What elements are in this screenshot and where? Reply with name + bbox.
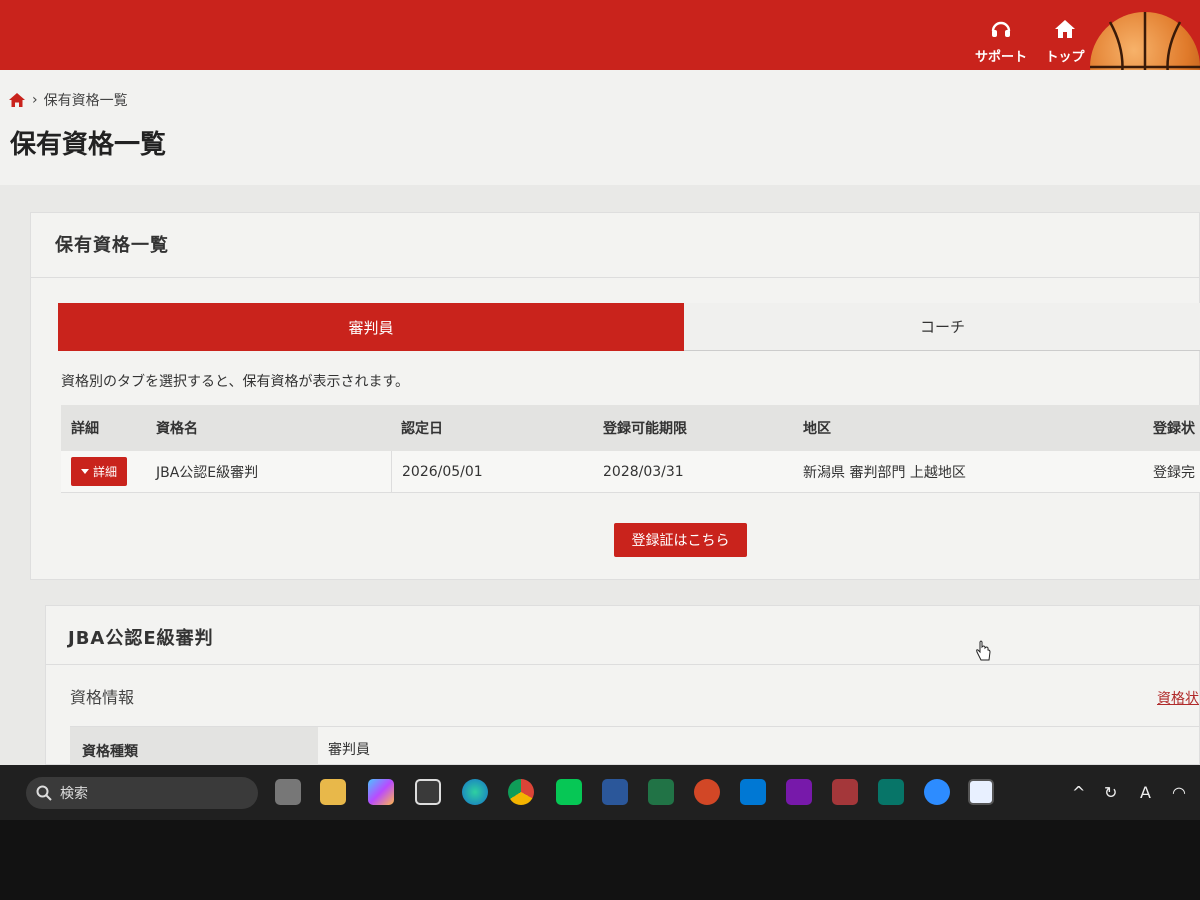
info-value: 審判員 <box>328 742 370 758</box>
detail-button-label: 詳細 <box>93 465 118 479</box>
top-label: トップ <box>1045 50 1085 65</box>
home-icon[interactable] <box>8 92 26 108</box>
zoom-icon[interactable] <box>924 779 950 805</box>
line-icon[interactable] <box>556 779 582 805</box>
qualification-table: 詳細 資格名 認定日 登録可能期限 地区 登録状 詳細 JBA公認E級審判 20… <box>61 405 1200 493</box>
wifi-icon[interactable]: ◠ <box>1172 783 1186 802</box>
registration-status: 登録完 <box>1153 464 1195 481</box>
tab-hint-text: 資格別のタブを選択すると、保有資格が表示されます。 <box>61 374 410 390</box>
info-row: 資格種類 審判員 <box>70 726 1200 765</box>
file-explorer-icon[interactable] <box>320 779 346 805</box>
excel-icon[interactable] <box>648 779 674 805</box>
publisher-icon[interactable] <box>878 779 904 805</box>
monitor-bezel <box>0 820 1200 900</box>
search-placeholder: 検索 <box>60 786 88 802</box>
windows-taskbar: 検索 ^ ↻ A ◠ <box>0 765 1200 820</box>
word-icon[interactable] <box>602 779 628 805</box>
browser-screen: サポート トップ › 保有資格一覧 保有資格一覧 保有資格一覧 審判員 コーチ <box>0 0 1200 765</box>
detail-toggle-button[interactable]: 詳細 <box>71 457 128 486</box>
edge-icon[interactable] <box>462 779 488 805</box>
search-icon <box>36 785 52 801</box>
access-icon[interactable] <box>832 779 858 805</box>
certificate-button[interactable]: 登録証はこちら <box>614 523 747 557</box>
qualification-list-card: 保有資格一覧 審判員 コーチ 資格別のタブを選択すると、保有資格が表示されます。… <box>30 212 1200 580</box>
header-status: 登録状 <box>1153 421 1195 437</box>
icloud-icon[interactable] <box>968 779 994 805</box>
support-nav-item[interactable]: サポート <box>974 18 1028 65</box>
copilot-icon[interactable] <box>368 779 394 805</box>
task-view-icon[interactable] <box>275 779 301 805</box>
top-nav-item[interactable]: トップ <box>1042 18 1088 65</box>
header-district: 地区 <box>803 421 831 437</box>
headset-icon <box>991 21 1011 37</box>
home-icon <box>1055 20 1075 38</box>
top-header-bar: サポート トップ <box>0 0 1200 80</box>
registration-deadline: 2028/03/31 <box>603 463 684 480</box>
qualification-status-link[interactable]: 資格状 <box>1157 688 1199 708</box>
qualification-detail-card: JBA公認E級審判 資格情報 資格状 資格種類 審判員 <box>45 605 1200 765</box>
support-label: サポート <box>974 50 1027 65</box>
chevron-up-icon[interactable]: ^ <box>1072 783 1085 802</box>
breadcrumb-separator: › <box>32 92 38 108</box>
divider <box>31 277 1199 278</box>
breadcrumb-current: 保有資格一覧 <box>43 93 128 109</box>
district: 新潟県 審判部門 上越地区 <box>803 464 966 481</box>
caret-down-icon <box>81 469 89 474</box>
input-method-indicator[interactable]: A <box>1140 783 1151 802</box>
outlook-icon[interactable] <box>740 779 766 805</box>
header-detail: 詳細 <box>71 421 99 437</box>
chrome-icon[interactable] <box>508 779 534 805</box>
tab-coach[interactable]: コーチ <box>684 303 1200 351</box>
card-title: 保有資格一覧 <box>55 235 169 256</box>
powerpoint-icon[interactable] <box>694 779 720 805</box>
header-certified-date: 認定日 <box>401 421 443 437</box>
detail-card-title: JBA公認E級審判 <box>68 628 214 649</box>
detail-cell: 詳細 <box>61 457 146 486</box>
table-header: 詳細 資格名 認定日 登録可能期限 地区 登録状 <box>61 405 1200 451</box>
taskbar-search[interactable]: 検索 <box>26 777 258 809</box>
sync-icon[interactable]: ↻ <box>1104 783 1117 802</box>
page-header <box>0 70 1200 185</box>
page-title: 保有資格一覧 <box>10 130 167 160</box>
qualification-tabs: 審判員 コーチ <box>58 303 1200 351</box>
tab-referee[interactable]: 審判員 <box>58 303 684 351</box>
header-name: 資格名 <box>156 421 198 437</box>
info-key: 資格種類 <box>70 727 318 765</box>
breadcrumb: › 保有資格一覧 <box>8 90 128 110</box>
hand-cursor-icon <box>976 640 991 661</box>
header-deadline: 登録可能期限 <box>603 421 687 437</box>
qualification-name: JBA公認E級審判 <box>156 464 259 481</box>
certified-date: 2026/05/01 <box>391 450 593 493</box>
onenote-icon[interactable] <box>786 779 812 805</box>
section-label: 資格情報 <box>70 688 135 707</box>
store-icon[interactable] <box>415 779 441 805</box>
table-row: 詳細 JBA公認E級審判 2026/05/01 2028/03/31 新潟県 審… <box>61 450 1200 493</box>
divider <box>46 664 1199 665</box>
